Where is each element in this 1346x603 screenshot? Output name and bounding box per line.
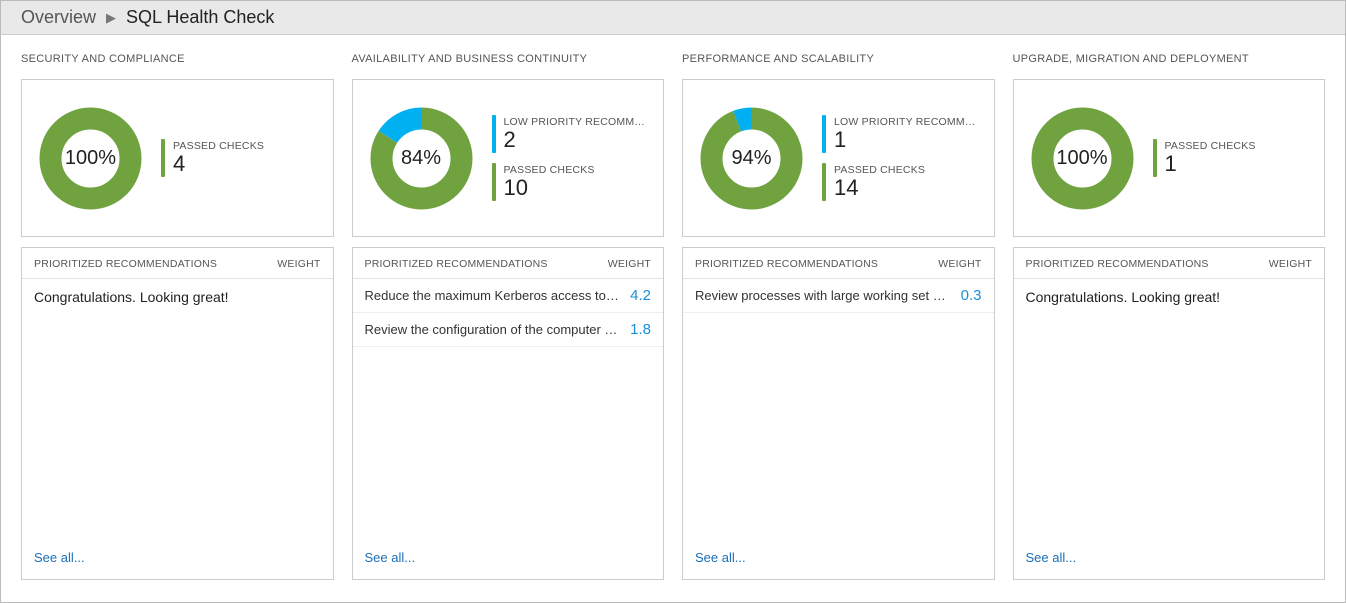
assessment-column: AVAILABILITY AND BUSINESS CONTINUITY 84%… xyxy=(352,53,665,580)
recommendation-row[interactable]: Reduce the maximum Kerberos access token… xyxy=(353,279,664,313)
recommendations-body: Congratulations. Looking great! xyxy=(22,279,333,539)
recommendations-body: Review processes with large working set … xyxy=(683,279,994,539)
recs-header-label: PRIORITIZED RECOMMENDATIONS xyxy=(34,258,217,270)
recommendation-text: Review processes with large working set … xyxy=(695,288,951,303)
recommendation-weight: 4.2 xyxy=(630,287,651,304)
recommendation-text: Reduce the maximum Kerberos access token… xyxy=(365,288,621,303)
see-all-link[interactable]: See all... xyxy=(365,550,416,565)
recommendations-footer: See all... xyxy=(1014,539,1325,579)
donut-percent-label: 100% xyxy=(1030,106,1135,211)
metric-bar-icon xyxy=(822,163,826,201)
recommendations-card: PRIORITIZED RECOMMENDATIONS WEIGHT Reduc… xyxy=(352,247,665,580)
summary-card[interactable]: 100% PASSED CHECKS 4 xyxy=(21,79,334,237)
recommendations-header: PRIORITIZED RECOMMENDATIONS WEIGHT xyxy=(1014,248,1325,279)
metric-label: LOW PRIORITY RECOMMENDATIO... xyxy=(834,116,978,128)
metrics-group: PASSED CHECKS 1 xyxy=(1153,139,1309,177)
metric-label: PASSED CHECKS xyxy=(1165,140,1256,152)
recommendation-row[interactable]: Review processes with large working set … xyxy=(683,279,994,313)
recommendations-body: Congratulations. Looking great! xyxy=(1014,279,1325,539)
donut-chart: 100% xyxy=(38,106,143,211)
metric-label: LOW PRIORITY RECOMMENDATIO... xyxy=(504,116,648,128)
passed-checks-metric: PASSED CHECKS 10 xyxy=(492,163,648,201)
column-title: UPGRADE, MIGRATION AND DEPLOYMENT xyxy=(1013,53,1326,65)
recommendations-footer: See all... xyxy=(22,539,333,579)
metric-value: 4 xyxy=(173,152,264,176)
recommendations-header: PRIORITIZED RECOMMENDATIONS WEIGHT xyxy=(683,248,994,279)
summary-card[interactable]: 100% PASSED CHECKS 1 xyxy=(1013,79,1326,237)
recommendations-footer: See all... xyxy=(353,539,664,579)
metric-bar-icon xyxy=(161,139,165,177)
page-title: SQL Health Check xyxy=(126,7,274,28)
breadcrumb-root[interactable]: Overview xyxy=(21,7,96,28)
recs-header-label: PRIORITIZED RECOMMENDATIONS xyxy=(695,258,878,270)
metric-value: 10 xyxy=(504,176,595,200)
breadcrumb: Overview ▶ SQL Health Check xyxy=(1,1,1345,35)
recommendations-card: PRIORITIZED RECOMMENDATIONS WEIGHTCongra… xyxy=(1013,247,1326,580)
chevron-right-icon: ▶ xyxy=(106,10,116,26)
donut-percent-label: 94% xyxy=(699,106,804,211)
weight-header-label: WEIGHT xyxy=(1269,258,1312,270)
passed-checks-metric: PASSED CHECKS 4 xyxy=(161,139,317,177)
metric-value: 1 xyxy=(834,128,978,152)
recs-header-label: PRIORITIZED RECOMMENDATIONS xyxy=(365,258,548,270)
metric-bar-icon xyxy=(822,115,826,153)
low-priority-metric: LOW PRIORITY RECOMMENDATIO... 2 xyxy=(492,115,648,153)
recommendations-header: PRIORITIZED RECOMMENDATIONS WEIGHT xyxy=(22,248,333,279)
column-title: AVAILABILITY AND BUSINESS CONTINUITY xyxy=(352,53,665,65)
metric-bar-icon xyxy=(1153,139,1157,177)
donut-chart: 94% xyxy=(699,106,804,211)
metric-value: 14 xyxy=(834,176,925,200)
recommendation-row[interactable]: Review the configuration of the computer… xyxy=(353,313,664,347)
donut-chart: 84% xyxy=(369,106,474,211)
column-title: SECURITY AND COMPLIANCE xyxy=(21,53,334,65)
passed-checks-metric: PASSED CHECKS 1 xyxy=(1153,139,1309,177)
recommendations-empty-message: Congratulations. Looking great! xyxy=(1014,279,1325,315)
recommendation-weight: 1.8 xyxy=(630,321,651,338)
donut-chart: 100% xyxy=(1030,106,1135,211)
low-priority-metric: LOW PRIORITY RECOMMENDATIO... 1 xyxy=(822,115,978,153)
recommendation-weight: 0.3 xyxy=(961,287,982,304)
recommendations-card: PRIORITIZED RECOMMENDATIONS WEIGHT Revie… xyxy=(682,247,995,580)
metric-value: 2 xyxy=(504,128,648,152)
assessment-column: UPGRADE, MIGRATION AND DEPLOYMENT 100% P… xyxy=(1013,53,1326,580)
weight-header-label: WEIGHT xyxy=(938,258,981,270)
weight-header-label: WEIGHT xyxy=(608,258,651,270)
metric-label: PASSED CHECKS xyxy=(173,140,264,152)
metric-value: 1 xyxy=(1165,152,1256,176)
metric-bar-icon xyxy=(492,115,496,153)
metrics-group: LOW PRIORITY RECOMMENDATIO... 1 PASSED C… xyxy=(822,115,978,201)
metric-bar-icon xyxy=(492,163,496,201)
donut-percent-label: 100% xyxy=(38,106,143,211)
assessment-column: SECURITY AND COMPLIANCE 100% PASSED CHEC… xyxy=(21,53,334,580)
recommendations-empty-message: Congratulations. Looking great! xyxy=(22,279,333,315)
see-all-link[interactable]: See all... xyxy=(695,550,746,565)
summary-card[interactable]: 94% LOW PRIORITY RECOMMENDATIO... 1 PASS… xyxy=(682,79,995,237)
see-all-link[interactable]: See all... xyxy=(34,550,85,565)
column-title: PERFORMANCE AND SCALABILITY xyxy=(682,53,995,65)
summary-card[interactable]: 84% LOW PRIORITY RECOMMENDATIO... 2 PASS… xyxy=(352,79,665,237)
weight-header-label: WEIGHT xyxy=(277,258,320,270)
assessment-column: PERFORMANCE AND SCALABILITY 94% LOW PRIO… xyxy=(682,53,995,580)
metrics-group: LOW PRIORITY RECOMMENDATIO... 2 PASSED C… xyxy=(492,115,648,201)
donut-percent-label: 84% xyxy=(369,106,474,211)
metrics-group: PASSED CHECKS 4 xyxy=(161,139,317,177)
see-all-link[interactable]: See all... xyxy=(1026,550,1077,565)
recs-header-label: PRIORITIZED RECOMMENDATIONS xyxy=(1026,258,1209,270)
recommendations-card: PRIORITIZED RECOMMENDATIONS WEIGHTCongra… xyxy=(21,247,334,580)
passed-checks-metric: PASSED CHECKS 14 xyxy=(822,163,978,201)
recommendation-text: Review the configuration of the computer… xyxy=(365,322,621,337)
recommendations-header: PRIORITIZED RECOMMENDATIONS WEIGHT xyxy=(353,248,664,279)
recommendations-footer: See all... xyxy=(683,539,994,579)
recommendations-body: Reduce the maximum Kerberos access token… xyxy=(353,279,664,539)
